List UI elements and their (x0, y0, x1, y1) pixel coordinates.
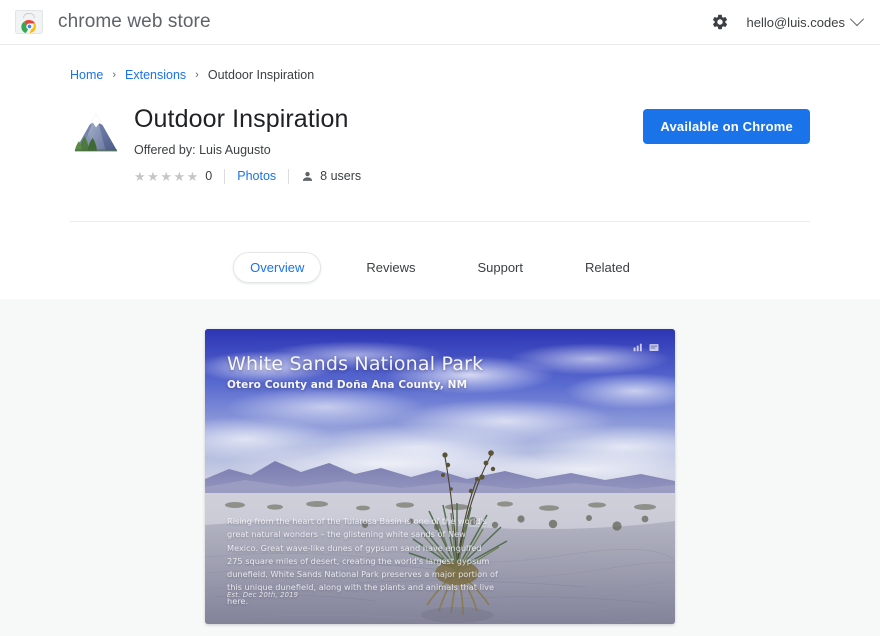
chrome-web-store-logo (14, 8, 44, 36)
breadcrumb-separator: › (195, 68, 199, 81)
tab-related[interactable]: Related (568, 252, 647, 283)
offered-by: Offered by: Luis Augusto (134, 142, 271, 157)
star-icon: ★ (186, 168, 199, 184)
chrome-icon (20, 20, 36, 34)
screenshot-subtitle: Otero County and Doña Ana County, NM (227, 379, 468, 391)
star-icon: ★ (173, 168, 186, 184)
detail-header-section: Home › Extensions › Outdoor Inspiration (0, 45, 880, 299)
card-icon (649, 344, 659, 351)
rating-stars[interactable]: ★ ★ ★ ★ ★ (134, 170, 198, 183)
account-email: hello@luis.codes (746, 14, 845, 30)
person-icon (303, 171, 313, 181)
available-on-chrome-button[interactable]: Available on Chrome (643, 109, 810, 144)
screenshot-section: White Sands National Park Otero County a… (0, 299, 880, 636)
users-count: 8 users (320, 169, 362, 184)
app-summary-row: Outdoor Inspiration Offered by: Luis Aug… (70, 105, 810, 184)
screenshot-title: White Sands National Park (227, 353, 484, 375)
chevron-down-icon (849, 12, 865, 27)
app-meta: Outdoor Inspiration Offered by: Luis Aug… (134, 105, 643, 184)
tab-reviews[interactable]: Reviews (349, 252, 432, 283)
stats-divider (224, 168, 226, 184)
stats-divider (288, 168, 290, 184)
screenshot-badges (633, 343, 659, 352)
content-container: Home › Extensions › Outdoor Inspiration (70, 45, 810, 283)
screenshot-preview[interactable]: White Sands National Park Otero County a… (205, 329, 675, 624)
rating-count: 0 (205, 169, 213, 184)
brand-home-link[interactable]: chrome web store (14, 8, 211, 36)
detail-tabs: Overview Reviews Support Related (70, 251, 810, 283)
screenshot-text-overlay: White Sands National Park Otero County a… (205, 329, 675, 624)
tab-support[interactable]: Support (460, 252, 540, 283)
breadcrumb-item-home[interactable]: Home (70, 68, 103, 82)
star-icon: ★ (134, 168, 146, 184)
tab-overview[interactable]: Overview (233, 251, 322, 283)
gear-glyph (712, 14, 727, 30)
brand-title: chrome web store (58, 11, 211, 32)
mountain-icon (74, 113, 118, 152)
breadcrumb: Home › Extensions › Outdoor Inspiration (70, 45, 810, 82)
breadcrumb-separator: › (112, 68, 117, 81)
section-divider (70, 220, 810, 222)
photos-link[interactable]: Photos (237, 169, 276, 183)
star-icon: ★ (160, 168, 172, 184)
users-group: 8 users (301, 169, 361, 183)
page-title: Outdoor Inspiration (134, 105, 349, 133)
gear-icon[interactable] (710, 12, 730, 32)
screenshot-established: Est. Dec 20th, 2019 (227, 591, 299, 599)
account-menu[interactable]: hello@luis.codes (746, 12, 865, 30)
site-header: chrome web store hello@luis.codes (0, 0, 880, 45)
star-icon: ★ (147, 168, 159, 184)
chart-icon (633, 343, 642, 352)
breadcrumb-item-extensions[interactable]: Extensions (125, 68, 186, 82)
app-stats-row: ★ ★ ★ ★ ★ 0 Photos 8 users (134, 168, 643, 184)
header-actions: hello@luis.codes (710, 12, 865, 32)
breadcrumb-item-current: Outdoor Inspiration (207, 68, 315, 82)
